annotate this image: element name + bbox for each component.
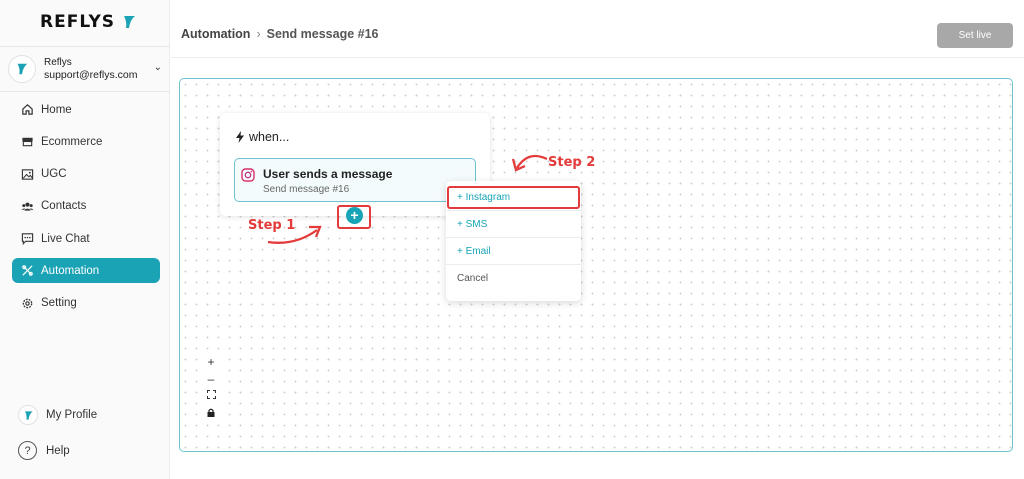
sidebar-item-contacts[interactable]: Contacts — [12, 194, 160, 219]
divider — [0, 46, 170, 47]
help-label: Help — [46, 444, 70, 457]
sidebar-item-label: UGC — [41, 168, 67, 181]
channel-menu: + Instagram + SMS + Email Cancel — [446, 181, 581, 301]
fit-view-icon — [206, 390, 216, 399]
menu-item-email[interactable]: + Email — [446, 238, 581, 265]
fit-view-button[interactable] — [202, 388, 220, 405]
sidebar-item-live-chat[interactable]: Live Chat — [12, 226, 160, 251]
sidebar-item-setting[interactable]: Setting — [12, 291, 160, 316]
logo[interactable]: REFLYS — [40, 12, 137, 32]
my-profile-link[interactable]: My Profile — [18, 405, 97, 425]
lock-icon — [207, 408, 215, 417]
step2-arrow-icon — [511, 154, 548, 172]
sidebar-item-ugc[interactable]: UGC — [12, 162, 160, 187]
profile-avatar — [18, 405, 38, 425]
step2-annotation: Step 2 — [548, 155, 596, 170]
automation-icon — [22, 265, 33, 277]
users-icon — [21, 202, 34, 211]
set-live-button[interactable]: Set live — [937, 23, 1013, 48]
when-heading: when... — [235, 130, 289, 144]
chevron-right-icon: › — [256, 27, 261, 41]
zoom-in-button[interactable]: + — [202, 354, 220, 371]
chevron-down-icon[interactable]: ⌄ — [154, 62, 162, 73]
zoom-out-button[interactable]: – — [202, 371, 220, 388]
image-icon — [21, 168, 34, 180]
sidebar-item-label: Contacts — [41, 200, 87, 213]
gear-icon — [22, 298, 33, 309]
menu-item-instagram[interactable]: + Instagram — [446, 184, 581, 211]
sidebar: REFLYS Reflys support@reflys.com ⌄ Home … — [0, 0, 170, 479]
zoom-controls: + – — [202, 354, 220, 422]
chat-icon — [21, 233, 34, 246]
header: Automation › Send message #16 Set live — [171, 0, 1024, 58]
breadcrumb: Automation › Send message #16 — [181, 27, 378, 41]
sidebar-item-home[interactable]: Home — [12, 97, 160, 122]
lock-button[interactable] — [202, 405, 220, 422]
account-email: support@reflys.com — [44, 69, 138, 81]
sidebar-item-label: Home — [41, 103, 72, 116]
logo-mark-icon — [124, 16, 136, 28]
trigger-subtitle: Send message #16 — [263, 184, 350, 195]
logo-text: REFLYS — [40, 12, 116, 32]
breadcrumb-current: Send message #16 — [266, 27, 379, 41]
instagram-icon — [241, 168, 255, 182]
sidebar-item-automation[interactable]: Automation — [12, 258, 160, 284]
trigger-title: User sends a message — [263, 167, 393, 181]
sidebar-item-ecommerce[interactable]: Ecommerce — [12, 129, 160, 154]
account-avatar — [8, 55, 36, 83]
sidebar-item-label: Ecommerce — [41, 135, 103, 148]
step1-arrow-icon — [267, 225, 322, 244]
home-icon — [22, 104, 33, 115]
divider — [0, 91, 170, 92]
logo-mark-icon — [24, 410, 33, 420]
store-icon — [22, 138, 33, 147]
trigger-node[interactable]: User sends a message Send message #16 — [234, 158, 476, 202]
help-icon: ? — [18, 441, 37, 460]
sidebar-nav: Home Ecommerce UGC Contacts Live Chat Au… — [12, 97, 160, 323]
logo-mark-icon — [17, 63, 28, 75]
sidebar-item-label: Automation — [41, 264, 100, 277]
when-label: when... — [249, 130, 290, 144]
lightning-icon — [236, 131, 244, 143]
sidebar-item-label: Setting — [41, 297, 77, 310]
account-switcher[interactable]: Reflys support@reflys.com ⌄ — [8, 53, 166, 85]
profile-label: My Profile — [46, 409, 98, 421]
sidebar-item-label: Live Chat — [41, 232, 90, 245]
add-step-button[interactable]: + — [346, 207, 363, 224]
account-name: Reflys — [44, 57, 72, 68]
menu-item-cancel[interactable]: Cancel — [446, 265, 581, 292]
help-link[interactable]: ? Help — [18, 441, 70, 460]
menu-item-sms[interactable]: + SMS — [446, 211, 581, 238]
breadcrumb-root[interactable]: Automation — [181, 27, 250, 41]
